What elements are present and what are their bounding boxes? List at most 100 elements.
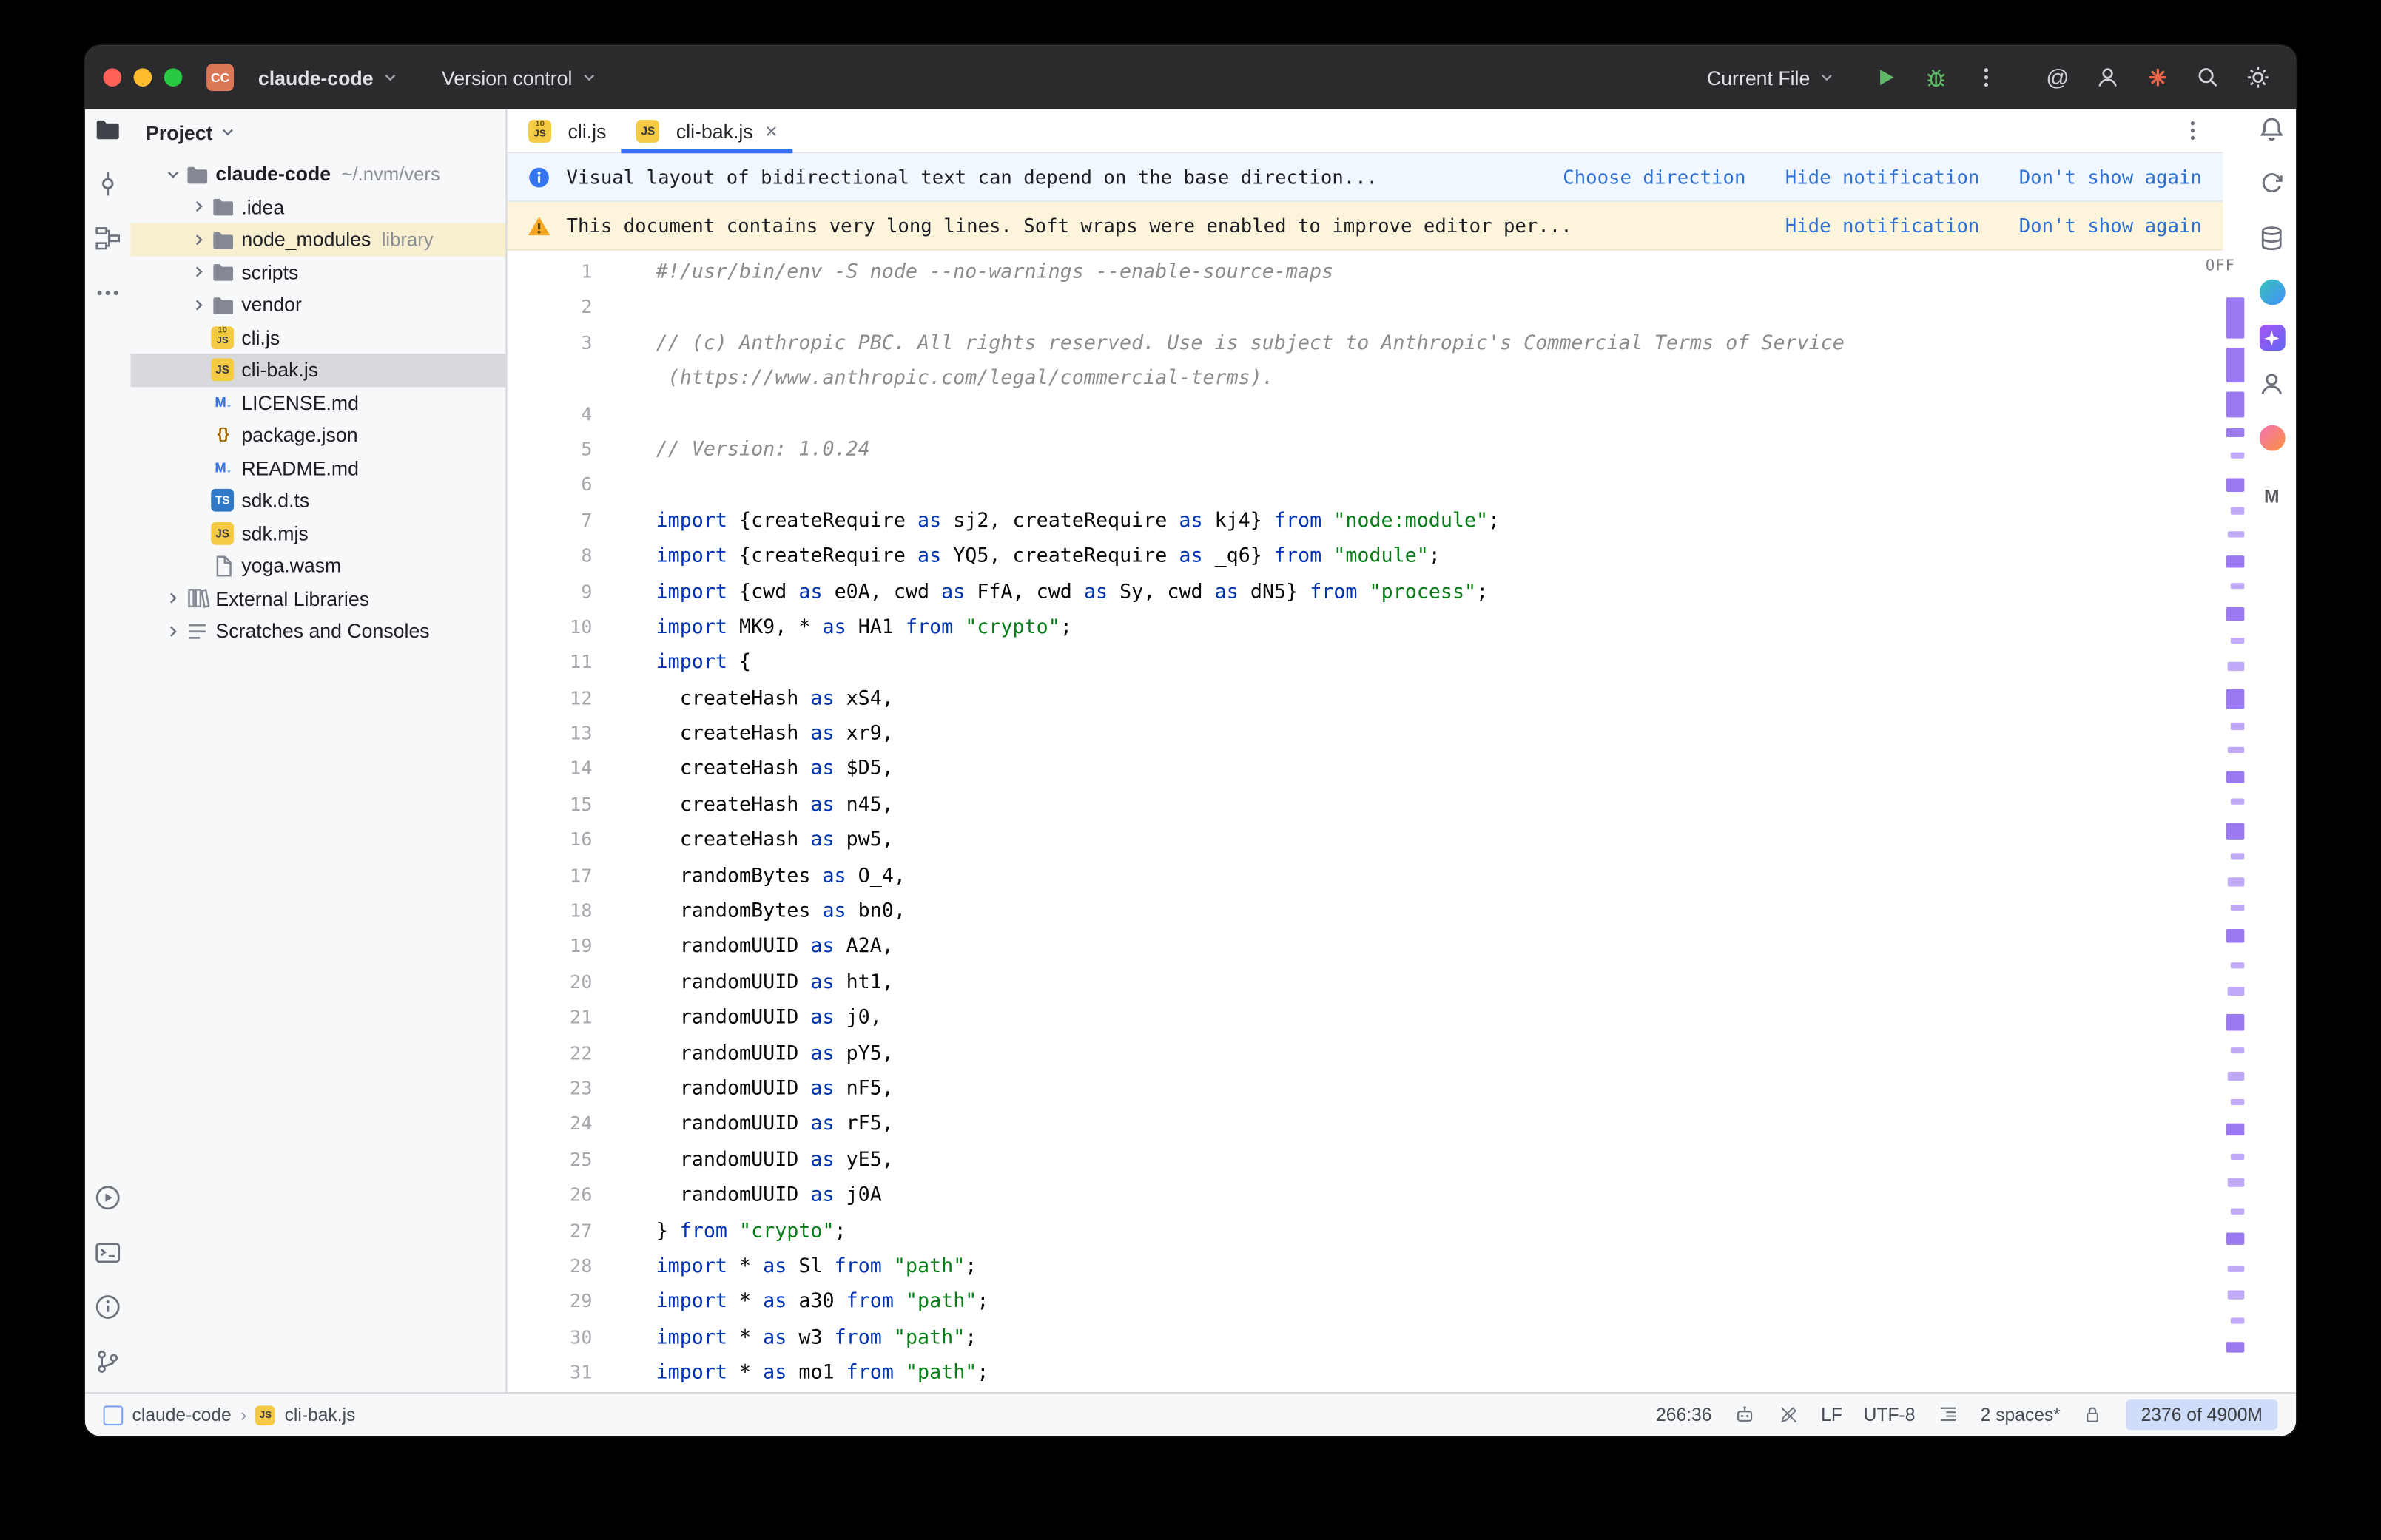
tree-item-sdk-mjs[interactable]: JSsdk.mjs: [130, 517, 505, 550]
debug-button[interactable]: [1922, 64, 1950, 91]
line-number: 12: [507, 681, 592, 717]
run-tool-window-icon[interactable]: [94, 1184, 121, 1219]
tree-item-claude-code[interactable]: claude-code~/.nvm/vers: [130, 158, 505, 190]
chevron-right-icon[interactable]: [159, 590, 185, 608]
tree-item-readme-md[interactable]: M↓README.md: [130, 452, 505, 484]
project-menu[interactable]: claude-code: [244, 60, 413, 95]
tree-item-scripts[interactable]: scripts: [130, 256, 505, 288]
search-everywhere-icon[interactable]: [2195, 64, 2222, 91]
tree-item-label: sdk.d.ts: [241, 489, 309, 512]
editor-tab-cli-js[interactable]: 10JScli.js: [513, 109, 622, 152]
notification-link-choose-direction[interactable]: Choose direction: [1563, 166, 1745, 189]
close-tab-icon[interactable]: ×: [765, 120, 778, 141]
code-line: 26 randomUUID as j0A: [507, 1178, 2223, 1214]
tree-item--idea[interactable]: .idea: [130, 191, 505, 223]
readonly-toggle-icon[interactable]: [1777, 1403, 1800, 1426]
tree-item-license-md[interactable]: M↓LICENSE.md: [130, 386, 505, 419]
cursor-position-widget[interactable]: 266:36: [1656, 1404, 1711, 1425]
tree-item-label: cli-bak.js: [241, 359, 318, 382]
project-panel-header[interactable]: Project: [130, 109, 505, 155]
tree-item-cli-js[interactable]: 10JScli.js: [130, 321, 505, 354]
chevron-right-icon[interactable]: [159, 622, 185, 641]
tree-item-label: vendor: [241, 294, 302, 317]
breadcrumb-file[interactable]: cli-bak.js: [285, 1404, 356, 1425]
chevron-right-icon[interactable]: [185, 230, 211, 249]
more-actions-button[interactable]: [1973, 64, 2000, 91]
editor-tab-cli-bak-js[interactable]: JScli-bak.js×: [622, 109, 792, 152]
run-button[interactable]: [1872, 64, 1899, 91]
highlighting-level-widget[interactable]: OFF: [2206, 258, 2235, 275]
notification-link-don-t-show-again[interactable]: Don't show again: [2019, 166, 2202, 189]
database-tool-window-icon[interactable]: [2258, 225, 2286, 260]
stripe-mark: [2231, 1317, 2244, 1323]
folder-icon: [211, 260, 241, 284]
more-tool-windows-icon[interactable]: [94, 280, 121, 314]
memory-indicator[interactable]: 2376 of 4900M: [2126, 1399, 2277, 1430]
structure-tool-window-icon[interactable]: [94, 225, 121, 260]
line-number: 29: [507, 1285, 592, 1320]
tree-item-external-libraries[interactable]: External Libraries: [130, 582, 505, 615]
gradle-tool-window-icon[interactable]: [2259, 280, 2285, 305]
editor-notifications: Visual layout of bidirectional text can …: [507, 153, 2223, 250]
tree-item-node-modules[interactable]: node_moduleslibrary: [130, 223, 505, 256]
tree-item-package-json[interactable]: {}package.json: [130, 419, 505, 451]
zoom-window-button[interactable]: [164, 68, 183, 87]
tab-options-icon[interactable]: [2180, 109, 2223, 152]
tree-item-scratches-and-consoles[interactable]: Scratches and Consoles: [130, 615, 505, 647]
chevron-down-icon[interactable]: [159, 165, 185, 183]
line-number: 14: [507, 752, 592, 788]
indent-widget[interactable]: 2 spaces*: [1981, 1404, 2061, 1425]
chevron-right-icon[interactable]: [185, 263, 211, 282]
breadcrumb: claude-code › JS cli-bak.js: [104, 1404, 356, 1425]
notifications-bell-icon[interactable]: [2258, 115, 2286, 150]
project-panel: Project claude-code~/.nvm/vers.ideanode_…: [130, 109, 507, 1392]
code-line: 11import {: [507, 646, 2223, 681]
notification-link-don-t-show-again[interactable]: Don't show again: [2019, 214, 2202, 237]
error-stripe[interactable]: [2223, 109, 2248, 1392]
profile-tool-window-icon[interactable]: [2258, 371, 2286, 405]
chevron-right-icon[interactable]: [185, 296, 211, 314]
app-icon: CC: [206, 64, 234, 91]
project-tool-window-icon[interactable]: [94, 115, 121, 150]
ai-assistant-icon[interactable]: [2259, 325, 2285, 351]
encoding-widget[interactable]: UTF-8: [1864, 1404, 1916, 1425]
maven-tool-window-icon[interactable]: M: [2264, 486, 2280, 507]
terminal-tool-window-icon[interactable]: [94, 1239, 121, 1274]
mentions-icon[interactable]: @: [2044, 64, 2071, 91]
git-tool-window-icon[interactable]: [94, 1348, 121, 1382]
chevron-right-icon[interactable]: [185, 197, 211, 216]
plugin-tool-window-icon[interactable]: [2259, 425, 2285, 451]
vcs-menu[interactable]: Version control: [428, 60, 611, 95]
settings-icon[interactable]: [2244, 64, 2271, 91]
breadcrumb-project[interactable]: claude-code: [132, 1404, 232, 1425]
notification-link-hide-notification[interactable]: Hide notification: [1785, 214, 1980, 237]
line-number: 30: [507, 1320, 592, 1356]
run-configuration-selector[interactable]: Current File: [1693, 60, 1849, 95]
problems-tool-window-icon[interactable]: [94, 1294, 121, 1328]
code-with-me-icon[interactable]: [2094, 64, 2121, 91]
tree-item-cli-bak-js[interactable]: JScli-bak.js: [130, 354, 505, 386]
warning-notification-banner: This document contains very long lines. …: [507, 202, 2223, 251]
tree-item-sdk-d-ts[interactable]: TSsdk.d.ts: [130, 484, 505, 517]
stripe-mark: [2231, 723, 2244, 730]
minimize-window-button[interactable]: [134, 68, 152, 87]
code-line: 10import MK9, * as HA1 from "crypto";: [507, 610, 2223, 646]
lock-icon[interactable]: [2082, 1403, 2105, 1426]
ai-burst-icon[interactable]: [2144, 64, 2172, 91]
close-window-button[interactable]: [104, 68, 122, 87]
tree-item-yoga-wasm[interactable]: yoga.wasm: [130, 550, 505, 582]
notification-message: Visual layout of bidirectional text can …: [567, 166, 1378, 189]
line-number: 4: [507, 397, 592, 433]
commit-tool-window-icon[interactable]: [94, 170, 121, 205]
line-number: 24: [507, 1107, 592, 1143]
stripe-mark: [2228, 1072, 2245, 1081]
sync-icon[interactable]: [2258, 170, 2286, 205]
indent-guide-icon[interactable]: [1936, 1403, 1959, 1426]
line-number: 11: [507, 646, 592, 681]
assistant-status-icon[interactable]: [1733, 1403, 1756, 1426]
javascript-shebang-file-icon: 10JS: [528, 119, 559, 142]
notification-link-hide-notification[interactable]: Hide notification: [1785, 166, 1980, 189]
tree-item-vendor[interactable]: vendor: [130, 288, 505, 321]
line-separator-widget[interactable]: LF: [1821, 1404, 1842, 1425]
code-editor[interactable]: 1#!/usr/bin/env -S node --no-warnings --…: [507, 251, 2223, 1392]
